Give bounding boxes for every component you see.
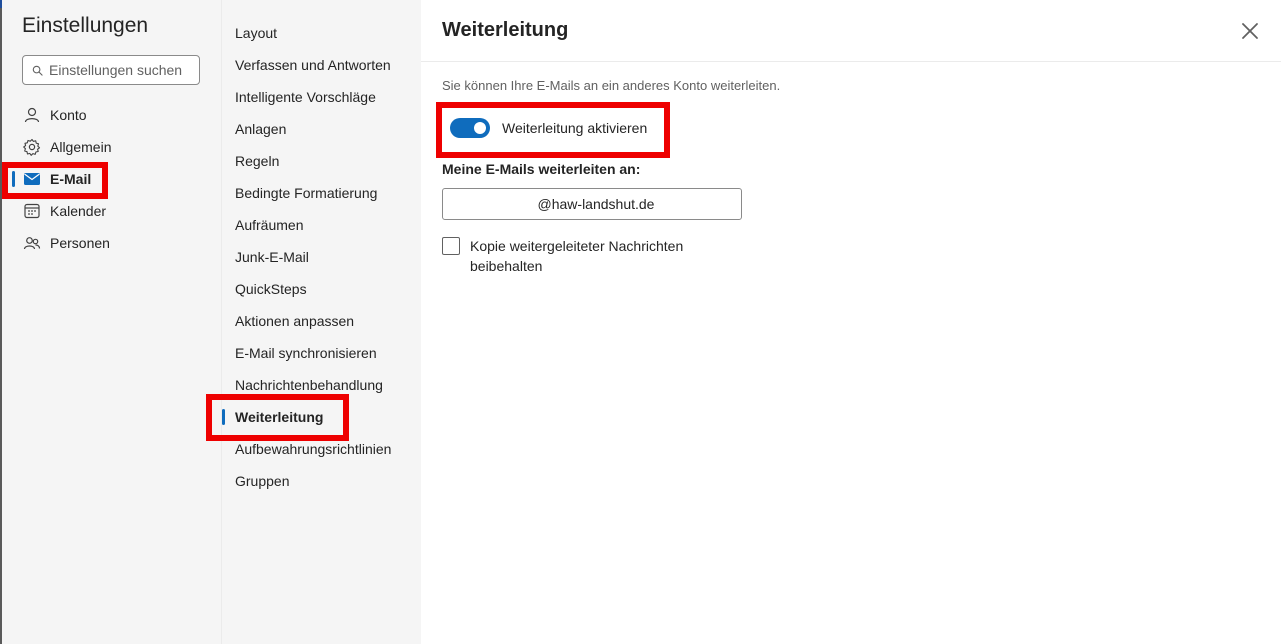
forwarding-settings-pane: Weiterleitung Sie können Ihre E-Mails an… (421, 0, 1281, 644)
search-icon (32, 65, 43, 76)
keep-copy-checkbox[interactable] (442, 237, 460, 255)
subnav-item-layout[interactable]: Layout (235, 19, 277, 47)
nav-item-personen[interactable]: Personen (22, 229, 110, 257)
page-title: Weiterleitung (442, 19, 569, 41)
enable-forwarding-toggle[interactable] (450, 118, 490, 138)
nav-item-label: Allgemein (50, 139, 112, 155)
forwarding-description: Sie können Ihre E-Mails an ein anderes K… (442, 78, 781, 93)
forward-to-label: Meine E-Mails weiterleiten an: (442, 161, 641, 177)
mail-icon (22, 169, 42, 189)
person-icon (22, 105, 42, 125)
subnav-item-weiterleitung[interactable]: Weiterleitung (235, 403, 323, 431)
enable-forwarding-row: Weiterleitung aktivieren (450, 117, 647, 139)
nav-item-kalender[interactable]: Kalender (22, 197, 106, 225)
nav-item-allgemein[interactable]: Allgemein (22, 133, 111, 161)
nav-item-email[interactable]: E-Mail (22, 165, 91, 193)
nav-item-label: E-Mail (50, 171, 92, 187)
subnav-item-synchronisieren[interactable]: E-Mail synchronisieren (235, 339, 377, 367)
subnav-item-verfassen[interactable]: Verfassen und Antworten (235, 51, 391, 79)
subnav-item-junk[interactable]: Junk-E-Mail (235, 243, 309, 271)
settings-search-box[interactable] (22, 55, 200, 85)
forward-address-field[interactable]: @haw-landshut.de (442, 188, 742, 220)
keep-copy-row: Kopie weitergeleiteter Nachrichten beibe… (442, 236, 710, 276)
subnav-item-aufbewahrung[interactable]: Aufbewahrungsrichtlinien (235, 435, 391, 463)
forward-address-value: @haw-landshut.de (537, 196, 655, 212)
calendar-icon (22, 201, 42, 221)
toggle-knob (474, 122, 486, 134)
subnav-item-aufraeumen[interactable]: Aufräumen (235, 211, 303, 239)
subnav-item-nachrichtenbehandlung[interactable]: Nachrichtenbehandlung (235, 371, 383, 399)
enable-forwarding-label: Weiterleitung aktivieren (502, 120, 648, 136)
subnav-item-formatierung[interactable]: Bedingte Formatierung (235, 179, 377, 207)
settings-category-pane: Einstellungen Konto Allgemein E-Mail (2, 0, 221, 644)
subnav-item-gruppen[interactable]: Gruppen (235, 467, 289, 495)
gear-icon (22, 137, 42, 157)
subnav-item-aktionen[interactable]: Aktionen anpassen (235, 307, 354, 335)
nav-item-konto[interactable]: Konto (22, 101, 87, 129)
nav-item-label: Personen (50, 235, 110, 251)
keep-copy-label: Kopie weitergeleiteter Nachrichten beibe… (470, 238, 684, 274)
nav-item-label: Kalender (50, 203, 107, 219)
settings-search-input[interactable] (49, 62, 189, 78)
subnav-item-anlagen[interactable]: Anlagen (235, 115, 286, 143)
settings-title: Einstellungen (22, 14, 149, 37)
subnav-item-regeln[interactable]: Regeln (235, 147, 279, 175)
selection-indicator (222, 409, 225, 425)
close-icon (1241, 22, 1259, 40)
subnav-item-vorschlaege[interactable]: Intelligente Vorschläge (235, 83, 376, 111)
settings-window: Einstellungen Konto Allgemein E-Mail (0, 0, 1281, 644)
people-icon (22, 233, 42, 253)
header-divider (421, 61, 1281, 62)
close-button[interactable] (1239, 20, 1261, 42)
selection-indicator (12, 171, 15, 187)
subnav-item-quicksteps[interactable]: QuickSteps (235, 275, 307, 303)
mail-subcategory-pane: Layout Verfassen und Antworten Intellige… (206, 0, 421, 644)
nav-item-label: Konto (50, 107, 87, 123)
